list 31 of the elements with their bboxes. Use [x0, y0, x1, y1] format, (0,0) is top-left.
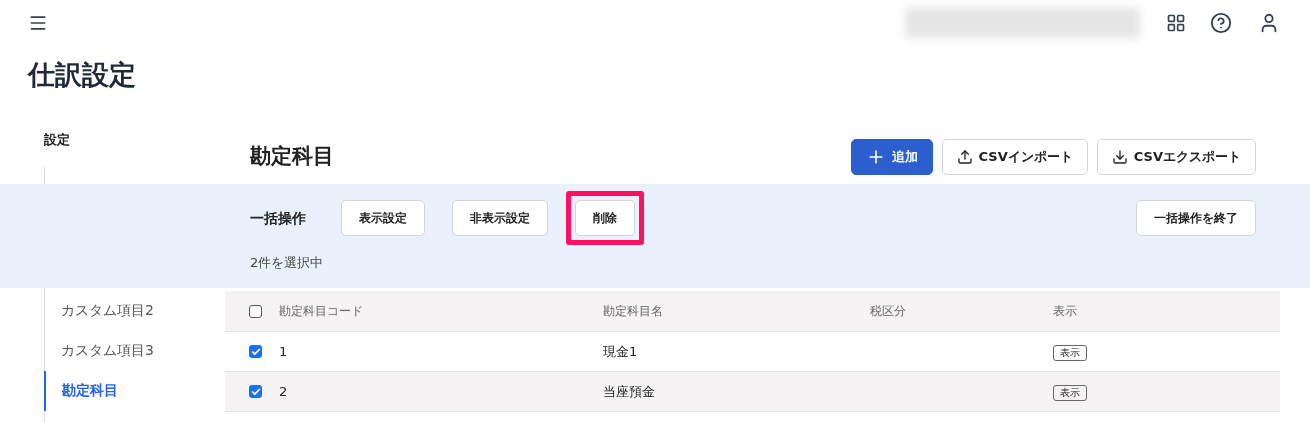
checkbox[interactable]: [249, 345, 262, 358]
table-cell: 2: [279, 383, 288, 399]
bulk-label: 一括操作: [250, 208, 306, 228]
table-cell: 当座預金: [603, 383, 655, 399]
sidebar-item[interactable]: カスタム項目3: [45, 330, 225, 371]
column-header: 税区分: [870, 304, 906, 318]
checkbox[interactable]: [249, 385, 262, 398]
bulk-button[interactable]: 削除: [575, 200, 635, 236]
selection-count: 2件を選択中: [250, 254, 324, 272]
page-title: 仕訳設定: [28, 58, 136, 92]
apps-grid-icon[interactable]: [1166, 12, 1186, 33]
checkbox[interactable]: [249, 304, 262, 318]
sidebar-heading: 設定: [44, 131, 70, 149]
column-header: 勘定科目コード: [279, 304, 363, 318]
status-badge: 表示: [1053, 384, 1087, 401]
table-cell: 現金1: [603, 343, 638, 359]
action-button[interactable]: CSVエクスポート: [1096, 139, 1256, 175]
column-header: 表示: [1053, 304, 1077, 318]
table-cell: 1: [279, 343, 288, 359]
end-bulk-button[interactable]: 一括操作を終了: [1136, 200, 1256, 236]
help-icon[interactable]: [1210, 11, 1232, 34]
action-button[interactable]: 追加: [850, 139, 933, 175]
download-icon: [1111, 149, 1128, 165]
sidebar-item[interactable]: カスタム項目2: [45, 290, 225, 331]
status-badge: 表示: [1053, 344, 1087, 361]
bulk-button[interactable]: 非表示設定: [452, 200, 548, 236]
column-header: 勘定科目名: [603, 304, 663, 318]
section-title: 勘定科目: [250, 143, 334, 171]
upload-icon: [956, 149, 973, 165]
action-button[interactable]: CSVインポート: [941, 139, 1088, 175]
bulk-button[interactable]: 表示設定: [341, 200, 425, 236]
